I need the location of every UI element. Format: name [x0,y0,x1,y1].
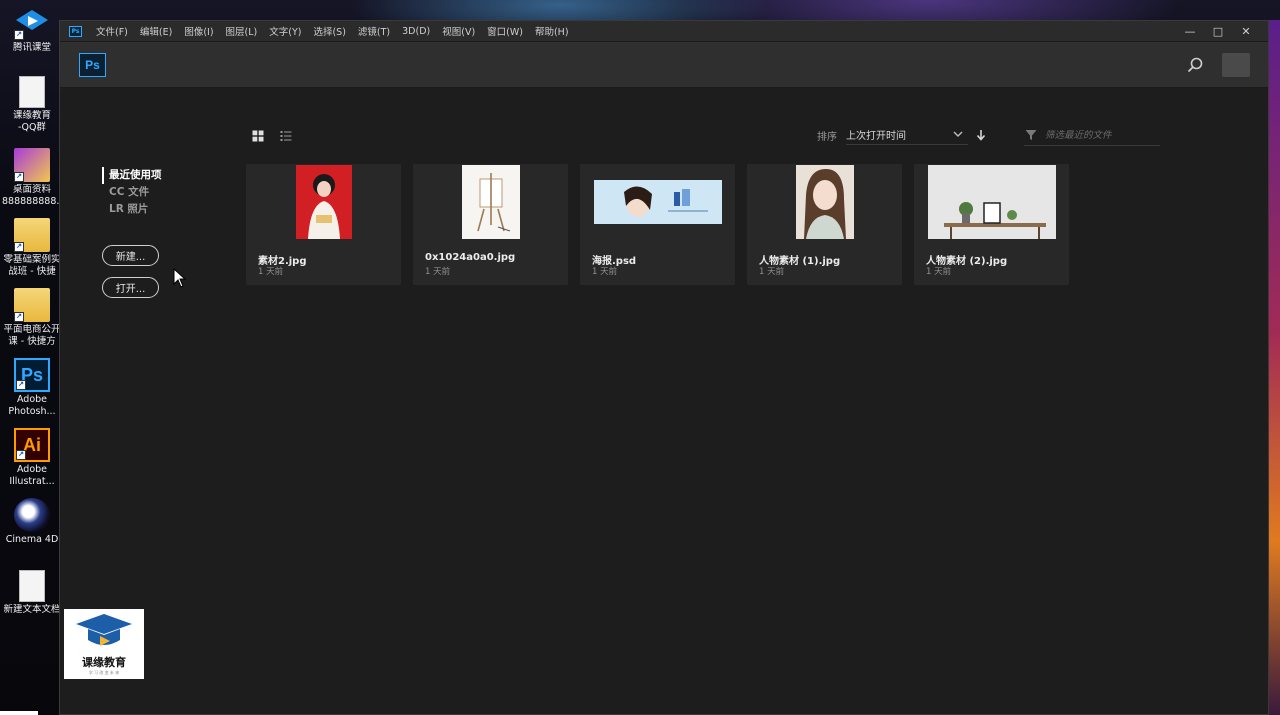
file-card[interactable]: 人物素材 (1).jpg 1 天前 [747,164,902,285]
menu-filter[interactable]: 滤镜(T) [358,24,390,38]
menu-image[interactable]: 图像(I) [184,24,213,38]
file-time: 1 天前 [592,267,618,277]
minimize-button[interactable]: — [1184,25,1196,38]
graduation-cap-icon [76,614,132,646]
file-card[interactable]: 海报.psd 1 天前 [580,164,735,285]
text-document-icon [19,570,45,602]
text-document-icon [19,76,45,108]
file-thumbnail [593,180,722,224]
desktop-icon-label: 桌面资料 888888888... [2,184,62,207]
desktop-icon-label: 零基础案例实 战班 - 快捷 [3,254,61,277]
kyjy-watermark-logo: 课缘教育 学 习 改 变 未 来 [64,609,144,679]
sort-dropdown[interactable]: 上次打开时间 [846,124,968,145]
sidebar-item-cc-files[interactable]: CC 文件 [102,184,162,201]
file-thumbnail [295,165,352,239]
menu-bar: Ps 文件(F) 编辑(E) 图像(I) 图层(L) 文字(Y) 选择(S) 滤… [60,21,1268,42]
watermark-text: 课缘教育 [82,656,126,669]
menu-window[interactable]: 窗口(W) [487,24,523,38]
desktop-icon-label: Adobe Illustrat... [9,464,55,487]
file-card[interactable]: 人物素材 (2).jpg 1 天前 [914,164,1069,285]
desktop-icon-ecommerce-course[interactable]: ↗ 平面电商公开 课 - 快捷方 [2,288,62,348]
desktop-icon-label: 课缘教育 -QQ群 [12,110,51,133]
search-icon[interactable] [1186,56,1204,74]
taskbar-edge [0,711,38,715]
desktop-icon-label: Adobe Photosh... [8,394,56,417]
file-name: 0x1024a0a0.jpg [425,252,516,263]
file-thumbnail [461,165,520,239]
illustrator-icon: Ai ↗ [14,428,50,462]
file-time: 1 天前 [926,267,952,277]
menu-help[interactable]: 帮助(H) [535,24,569,38]
open-file-button[interactable]: 打开... [102,277,159,298]
menu-edit[interactable]: 编辑(E) [140,24,172,38]
sidebar-nav: 最近使用项 CC 文件 LR 照片 [102,167,162,218]
desktop-icon-label: 腾讯课堂 [12,42,51,53]
menu-file[interactable]: 文件(F) [96,24,128,38]
maximize-button[interactable]: □ [1212,25,1224,38]
sidebar-item-lr-photos[interactable]: LR 照片 [102,201,162,218]
file-card[interactable]: 0x1024a0a0.jpg 1 天前 [413,164,568,285]
menu-view[interactable]: 视图(V) [442,24,475,38]
menu-select[interactable]: 选择(S) [313,24,345,38]
file-time: 1 天前 [258,267,284,277]
desktop-icon-photoshop[interactable]: Ps ↗ Adobe Photosh... [2,358,62,418]
desktop-icon-illustrator[interactable]: Ai ↗ Adobe Illustrat... [2,428,62,488]
file-thumbnail [795,165,854,239]
photoshop-logo[interactable]: Ps [79,53,106,77]
close-button[interactable]: ✕ [1240,25,1252,38]
list-view-icon[interactable] [280,130,292,142]
file-time: 1 天前 [759,267,785,277]
sort-value: 上次打开时间 [846,130,906,142]
window-controls: — □ ✕ [1184,25,1252,38]
filter-input[interactable] [1045,129,1155,141]
menu-layer[interactable]: 图层(L) [226,24,258,38]
cinema4d-icon [14,498,50,532]
sort-direction-arrow-icon[interactable] [975,129,987,141]
grid-view-icon[interactable] [252,130,264,142]
menu-3d[interactable]: 3D(D) [402,26,430,37]
desktop-icon-cinema4d[interactable]: Cinema 4D [2,498,62,546]
file-card[interactable]: 素材2.jpg 1 天前 [246,164,401,285]
filter-field [1024,125,1160,146]
recent-files-grid: 素材2.jpg 1 天前 0x1024a0a0.jpg 1 天前 海报.psd … [246,164,1069,285]
tencent-classroom-icon: ↗ [14,6,50,40]
new-file-button[interactable]: 新建... [102,245,159,266]
home-content: 最近使用项 CC 文件 LR 照片 新建... 打开... 排序 上次打开时间 [60,89,1268,714]
sidebar-item-recent[interactable]: 最近使用项 [102,167,162,184]
desktop-icon-desktop-materials[interactable]: ↗ 桌面资料 888888888... [2,148,62,208]
desktop-icon-label: Cinema 4D [5,534,59,545]
file-time: 1 天前 [425,267,451,277]
photoshop-icon: Ps ↗ [14,358,50,392]
home-header: Ps [60,42,1268,88]
filter-funnel-icon [1025,130,1037,140]
file-thumbnail [927,165,1056,239]
desktop-icon-case-class[interactable]: ↗ 零基础案例实 战班 - 快捷 [2,218,62,278]
folder-icon: ↗ [14,148,50,182]
wallpaper-edge [1268,20,1280,715]
mouse-cursor-icon [173,268,187,288]
chevron-down-icon [953,131,963,137]
watermark-subtext: 学 习 改 变 未 来 [88,670,120,675]
folder-icon: ↗ [14,288,50,322]
desktop-icon-new-text-doc[interactable]: 新建文本文档 [2,570,62,616]
desktop-icon-column: ↗ 腾讯课堂 课缘教育 -QQ群 ↗ 桌面资料 888888888... ↗ 零… [0,0,62,715]
folder-icon: ↗ [14,218,50,252]
profile-avatar[interactable] [1222,53,1250,77]
desktop-icon-label: 平面电商公开 课 - 快捷方 [3,324,61,347]
desktop-icon-label: 新建文本文档 [3,604,61,615]
sort-label: 排序 [817,132,837,143]
desktop-icon-tencent-classroom[interactable]: ↗ 腾讯课堂 [2,6,62,54]
photoshop-window: Ps 文件(F) 编辑(E) 图像(I) 图层(L) 文字(Y) 选择(S) 滤… [59,20,1269,715]
menu-type[interactable]: 文字(Y) [269,24,301,38]
desktop-icon-qq-group-doc[interactable]: 课缘教育 -QQ群 [2,76,62,134]
photoshop-app-icon[interactable]: Ps [69,25,82,37]
